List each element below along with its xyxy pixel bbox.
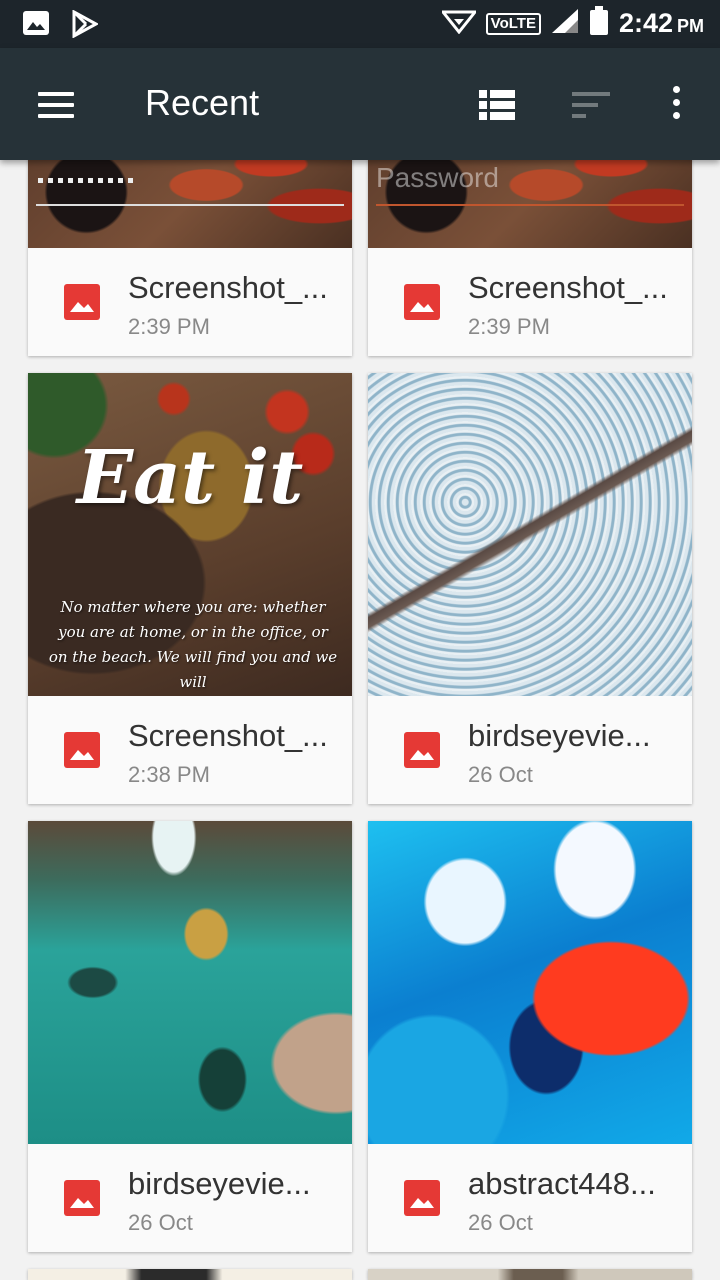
- thumbnail-quote: No matter where you are: whether you are…: [48, 598, 338, 691]
- file-date: 2:39 PM: [128, 314, 210, 339]
- recent-files-grid: Screenshot_... 2:39 PM Password Screensh…: [0, 0, 720, 1280]
- more-vert-icon[interactable]: [666, 86, 686, 124]
- file-name: birdseyevie...: [128, 1166, 311, 1201]
- file-info: Screenshot_... 2:39 PM: [28, 248, 352, 356]
- file-card[interactable]: birdseyevie... 26 Oct: [368, 373, 692, 804]
- file-info: Screenshot_... 2:39 PM: [368, 248, 692, 356]
- file-thumbnail: [368, 373, 692, 696]
- file-name: birdseyevie...: [468, 718, 651, 753]
- image-file-icon: [404, 1180, 440, 1216]
- thumbnail-title: Eat it: [76, 435, 304, 521]
- file-thumbnail: [368, 821, 692, 1144]
- file-info: birdseyevie... 26 Oct: [28, 1144, 352, 1252]
- file-thumbnail: [28, 821, 352, 1144]
- image-file-icon: [64, 1180, 100, 1216]
- file-card[interactable]: Eat it No matter where you are: whether …: [28, 373, 352, 804]
- file-card[interactable]: abstract448... 26 Oct: [368, 821, 692, 1252]
- file-date: 26 Oct: [468, 1210, 533, 1235]
- file-date: 2:38 PM: [128, 762, 210, 787]
- file-date: 26 Oct: [468, 762, 533, 787]
- file-thumbnail: Eat it No matter where you are: whether …: [28, 373, 352, 696]
- file-date: 26 Oct: [128, 1210, 193, 1235]
- file-name: Screenshot_...: [128, 718, 328, 753]
- image-file-icon: [64, 732, 100, 768]
- sort-icon[interactable]: [572, 90, 610, 120]
- file-name: Screenshot_...: [468, 270, 668, 305]
- file-card[interactable]: [368, 1269, 692, 1280]
- file-info: Screenshot_... 2:38 PM: [28, 696, 352, 804]
- image-file-icon: [404, 732, 440, 768]
- file-info: abstract448... 26 Oct: [368, 1144, 692, 1252]
- file-date: 2:39 PM: [468, 314, 550, 339]
- list-view-icon[interactable]: [479, 90, 515, 120]
- file-info: birdseyevie... 26 Oct: [368, 696, 692, 804]
- image-file-icon: [64, 284, 100, 320]
- page-title: Recent: [145, 82, 260, 123]
- image-file-icon: [404, 284, 440, 320]
- app-bar: Recent: [0, 48, 720, 160]
- file-name: Screenshot_...: [128, 270, 328, 305]
- menu-icon[interactable]: [38, 92, 74, 118]
- file-card[interactable]: [28, 1269, 352, 1280]
- file-name: abstract448...: [468, 1166, 656, 1201]
- file-card[interactable]: birdseyevie... 26 Oct: [28, 821, 352, 1252]
